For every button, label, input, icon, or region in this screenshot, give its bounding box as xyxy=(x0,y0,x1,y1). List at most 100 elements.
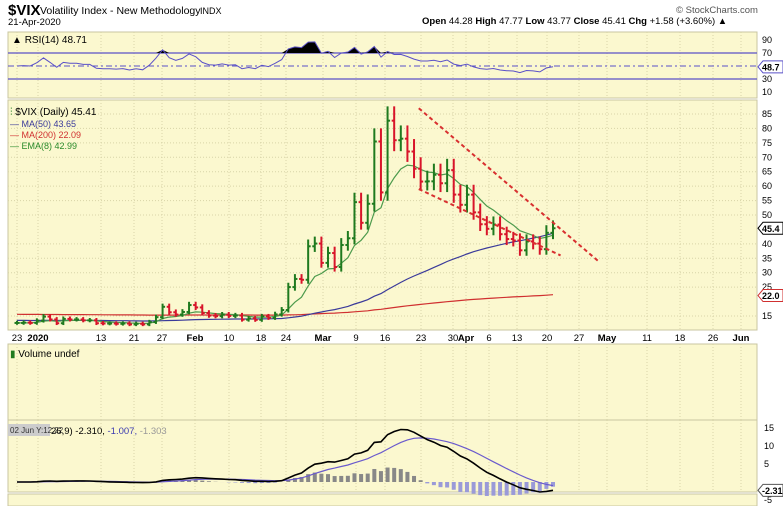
macd-histogram-bar xyxy=(398,469,403,482)
macd-histogram-bar xyxy=(372,468,377,482)
date-tick: 24 xyxy=(281,333,292,344)
macd-histogram-bar xyxy=(239,482,244,483)
date-tick: 6 xyxy=(486,333,491,344)
macd-histogram-bar xyxy=(365,473,370,482)
date-tick: 27 xyxy=(574,333,585,344)
macd-histogram-bar xyxy=(498,482,503,496)
macd-histogram-bar xyxy=(425,482,430,484)
macd-histogram-bar xyxy=(405,471,410,482)
date-tick: Mar xyxy=(315,333,332,344)
price-tick: 50 xyxy=(762,210,772,220)
macd-histogram-bar xyxy=(253,482,258,484)
price-tick: 55 xyxy=(762,196,772,206)
chart-canvas[interactable]: 23 2020 13 21 27 Feb 10 18 24 Mar 9 16 23 30 Apr 6 13 20 2… xyxy=(0,0,783,506)
macd-histogram-bar xyxy=(392,467,397,482)
macd-histogram-bar xyxy=(438,482,443,488)
macd-tick: 10 xyxy=(764,441,774,451)
date-tick: Apr xyxy=(458,333,475,344)
panel-bg-2 xyxy=(7,343,758,421)
date-tick: 13 xyxy=(512,333,523,344)
date-tick: Jun xyxy=(733,333,750,344)
rsi-icon: ▲ xyxy=(12,35,22,46)
macd-histogram-bar xyxy=(524,482,529,494)
rsi-tick: 10 xyxy=(762,87,772,97)
macd-histogram-bar xyxy=(478,482,483,496)
panel-bg-4 xyxy=(7,493,758,506)
macd-histogram-bar xyxy=(332,476,337,482)
macd-histogram-bar xyxy=(385,467,390,482)
rsi-label: ▲ RSI(14) 48.71 xyxy=(12,35,87,46)
date-tick: 20 xyxy=(542,333,553,344)
price-tick: 60 xyxy=(762,181,772,191)
price-tick: 70 xyxy=(762,152,772,162)
macd-histogram-bar xyxy=(206,481,211,482)
macd-histogram-bar xyxy=(451,482,456,490)
ma200-badge: 22.0 xyxy=(762,291,780,301)
rsi-tick: 90 xyxy=(762,35,772,45)
price-label: ⫶ $VIX (Daily) 45.41 xyxy=(10,107,97,118)
ma200-legend: — MA(200) 22.09 xyxy=(10,130,81,140)
date-tick: 23 xyxy=(416,333,427,344)
rsi-tick: 30 xyxy=(762,74,772,84)
price-tick: 75 xyxy=(762,138,772,148)
macd-histogram-bar xyxy=(339,475,344,482)
ema8-legend: — EMA(8) 42.99 xyxy=(10,141,77,151)
rsi-badge: 48.7 xyxy=(762,62,780,72)
panel-bg-0 xyxy=(7,31,758,99)
date-tick: 23 xyxy=(12,333,23,344)
macd-histogram-bar xyxy=(491,482,496,496)
price-tick: 80 xyxy=(762,123,772,133)
date-tick: 16 xyxy=(380,333,391,344)
macd-histogram-bar xyxy=(259,482,264,484)
price-tick: 15 xyxy=(762,311,772,321)
macd-histogram-bar xyxy=(193,480,198,482)
macd-histogram-bar xyxy=(412,475,417,482)
date-tick: 2020 xyxy=(27,333,48,344)
price-tick: 65 xyxy=(762,167,772,177)
macd-histogram-bar xyxy=(246,482,251,484)
ma50-legend: — MA(50) 43.65 xyxy=(10,119,76,129)
macd-badge: -2.31 xyxy=(762,486,783,496)
macd-histogram-bar xyxy=(551,482,555,487)
date-tick: 13 xyxy=(96,333,107,344)
price-tick: 35 xyxy=(762,253,772,263)
date-tick: 9 xyxy=(353,333,358,344)
macd-histogram-bar xyxy=(319,473,324,482)
macd-histogram-bar xyxy=(458,482,463,492)
volume-label: ▮ Volume undef xyxy=(10,349,80,360)
macd-tick: 5 xyxy=(764,459,769,469)
price-bars-icon: ⫶ xyxy=(10,107,13,118)
macd-histogram-bar xyxy=(504,482,509,496)
date-tick: May xyxy=(598,333,617,344)
date-tick: 27 xyxy=(157,333,168,344)
date-tick: 11 xyxy=(642,333,652,344)
rsi-tick: 70 xyxy=(762,48,772,58)
macd-histogram-bar xyxy=(484,482,489,496)
macd-histogram-bar xyxy=(418,480,423,482)
macd-histogram-bar xyxy=(445,482,450,488)
date-tick: 18 xyxy=(675,333,686,344)
macd-histogram-bar xyxy=(359,474,364,482)
macd-histogram-bar xyxy=(378,471,383,482)
macd-label: 26,9) -2.310, -1.007, -1.303 xyxy=(51,426,167,437)
date-tick: 30 xyxy=(448,333,459,344)
macd-histogram-bar xyxy=(345,475,350,482)
macd-histogram-bar xyxy=(471,482,476,494)
volume-icon: ▮ xyxy=(10,349,16,360)
price-tick: 40 xyxy=(762,239,772,249)
macd-histogram-bar xyxy=(464,482,469,493)
date-tick: 10 xyxy=(224,333,235,344)
date-tick: 18 xyxy=(256,333,267,344)
macd-histogram-bar xyxy=(544,482,549,489)
close-badge: 45.4 xyxy=(762,224,780,234)
stockcharts-window: $VIX Volatility Index - New Methodology … xyxy=(0,0,783,506)
date-tick: 26 xyxy=(708,333,719,344)
price-tick: 85 xyxy=(762,109,772,119)
date-tick: 21 xyxy=(129,333,140,344)
price-tick: 30 xyxy=(762,268,772,278)
macd-tick: 15 xyxy=(764,423,774,433)
macd-histogram-bar xyxy=(352,473,357,482)
macd-histogram-bar xyxy=(431,482,436,486)
date-tick: Feb xyxy=(187,333,204,344)
macd-histogram-bar xyxy=(326,474,331,482)
